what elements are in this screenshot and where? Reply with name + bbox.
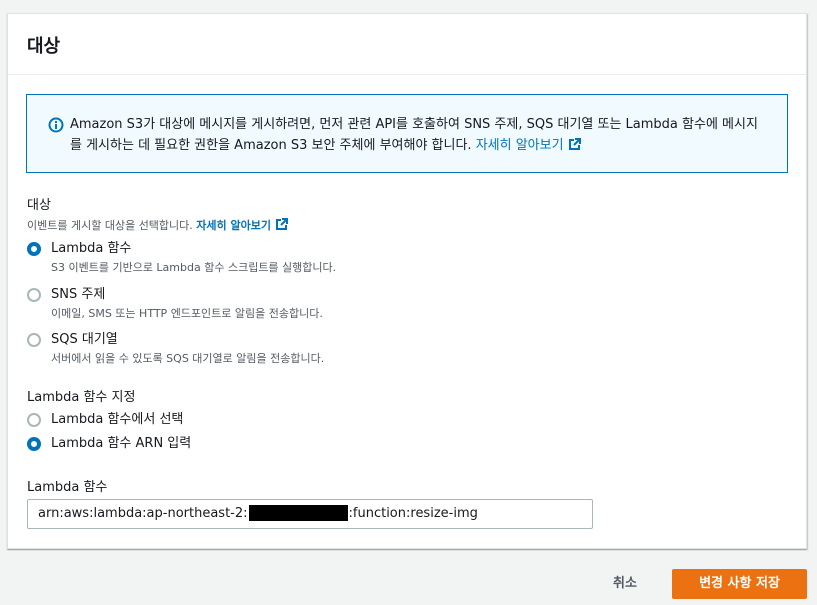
cancel-button[interactable]: 취소 xyxy=(607,570,643,598)
destination-section: 대상 이벤트를 게시할 대상을 선택합니다. 자세히 알아보기 xyxy=(27,194,288,233)
radio-button-selected[interactable] xyxy=(27,437,41,451)
radio-button-selected[interactable] xyxy=(27,242,41,256)
info-learn-more-label: 자세히 알아보기 xyxy=(475,138,564,153)
radio-description: S3 이벤트를 기반으로 Lambda 함수 스크립트를 실행합니다. xyxy=(51,261,337,274)
radio-button[interactable] xyxy=(27,333,41,347)
destination-learn-more-label: 자세히 알아보기 xyxy=(196,219,271,232)
external-link-icon xyxy=(275,218,288,230)
destination-description: 이벤트를 게시할 대상을 선택합니다. xyxy=(27,219,193,232)
external-link-icon xyxy=(568,138,581,150)
radio-description: 서버에서 읽을 수 있도록 SQS 대기열로 알림을 전송합니다. xyxy=(51,352,325,365)
destination-learn-more-link[interactable]: 자세히 알아보기 xyxy=(196,218,288,232)
destination-description-row: 이벤트를 게시할 대상을 선택합니다. 자세히 알아보기 xyxy=(27,217,288,233)
radio-label: Lambda 함수에서 선택 xyxy=(51,412,184,427)
radio-label: SQS 대기열 xyxy=(51,332,118,347)
radio-label: Lambda 함수 xyxy=(51,241,132,256)
panel-header: 대상 xyxy=(8,14,806,75)
lambda-spec-label: Lambda 함수 지정 xyxy=(27,390,136,405)
redacted-account-id xyxy=(248,505,348,521)
save-changes-button[interactable]: 변경 사항 저장 xyxy=(672,569,807,599)
destination-label: 대상 xyxy=(27,198,51,213)
arn-prefix: arn:aws:lambda:ap-northeast-2: xyxy=(38,506,248,521)
info-alert: Amazon S3가 대상에 메시지를 게시하려면, 먼저 관련 API를 호출… xyxy=(26,94,788,173)
radio-button[interactable] xyxy=(27,413,41,427)
info-text: Amazon S3가 대상에 메시지를 게시하려면, 먼저 관련 API를 호출… xyxy=(70,117,758,153)
lambda-function-label: Lambda 함수 xyxy=(27,480,108,495)
radio-label: Lambda 함수 ARN 입력 xyxy=(51,436,192,451)
info-learn-more-link[interactable]: 자세히 알아보기 xyxy=(476,138,581,153)
radio-button[interactable] xyxy=(27,288,41,302)
radio-label: SNS 주제 xyxy=(51,287,106,302)
panel-title: 대상 xyxy=(27,36,61,57)
lambda-arn-input[interactable]: arn:aws:lambda:ap-northeast-2: :function:… xyxy=(27,499,593,529)
arn-suffix: :function:resize-img xyxy=(348,506,478,521)
radio-description: 이메일, SMS 또는 HTTP 엔드포인트로 알림을 전송합니다. xyxy=(51,307,323,320)
info-icon xyxy=(48,117,64,133)
